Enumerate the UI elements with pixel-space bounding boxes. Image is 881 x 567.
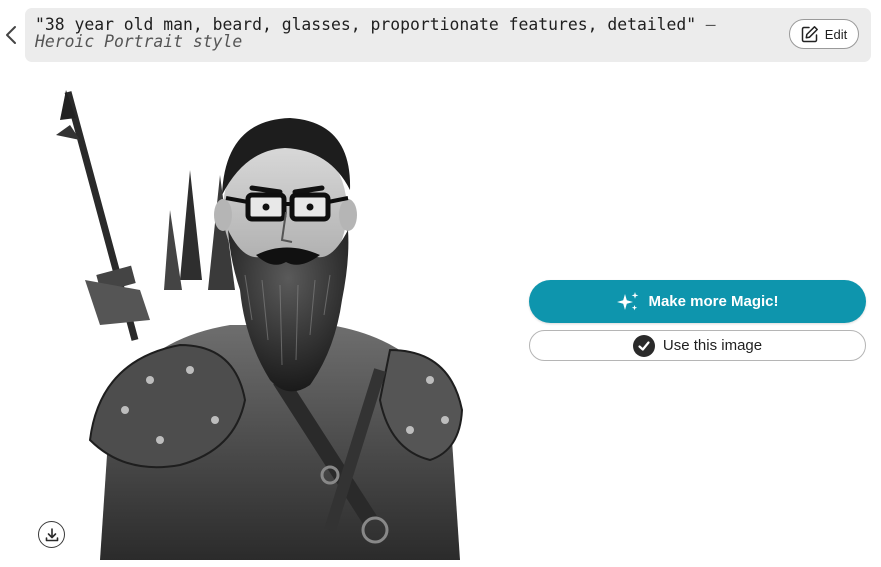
- use-this-image-button[interactable]: Use this image: [529, 330, 866, 361]
- use-this-image-label: Use this image: [662, 337, 763, 354]
- generated-image: [30, 80, 510, 560]
- edit-button-label: Edit: [824, 26, 848, 42]
- check-circle-icon: [632, 334, 655, 357]
- download-button[interactable]: [38, 521, 65, 548]
- back-button[interactable]: [2, 22, 20, 48]
- prompt-text: "38 year old man, beard, glasses, propor…: [35, 16, 780, 50]
- make-more-magic-label: Make more Magic!: [648, 293, 779, 310]
- prompt-separator: —: [696, 15, 716, 34]
- portrait-illustration: [56, 90, 464, 560]
- prompt-style: Heroic Portrait style: [35, 32, 243, 51]
- sparkles-icon: [617, 291, 639, 310]
- download-icon: [45, 527, 58, 541]
- make-more-magic-button[interactable]: Make more Magic!: [529, 280, 866, 323]
- edit-pencil-icon: [801, 26, 818, 43]
- edit-button[interactable]: Edit: [789, 19, 859, 49]
- prompt-bar: "38 year old man, beard, glasses, propor…: [25, 8, 871, 62]
- chevron-left-icon: [6, 26, 16, 44]
- image-result-view: "38 year old man, beard, glasses, propor…: [0, 0, 881, 567]
